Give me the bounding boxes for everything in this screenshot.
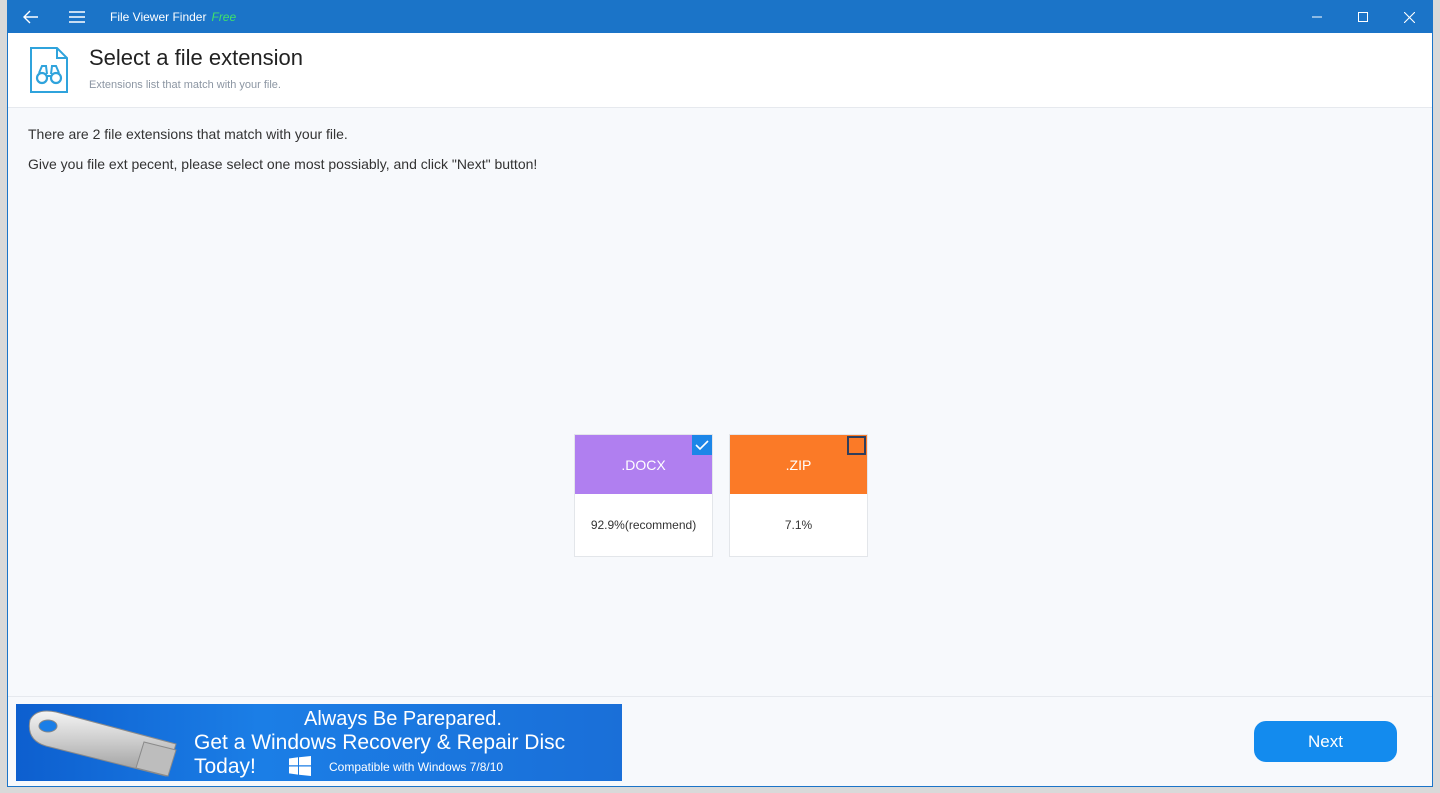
- extension-label: .DOCX: [621, 456, 666, 473]
- next-button[interactable]: Next: [1254, 721, 1397, 762]
- binoculars-file-icon: [30, 47, 68, 93]
- page-subtitle: Extensions list that match with your fil…: [89, 79, 281, 91]
- minimize-icon: [1312, 16, 1322, 18]
- back-button[interactable]: [8, 1, 54, 33]
- title-bar: File Viewer Finder Free: [8, 1, 1432, 33]
- recovery-disc-banner[interactable]: Always Be Parepared. Get a Windows Recov…: [16, 704, 622, 781]
- hamburger-icon: [69, 11, 85, 23]
- app-window: File Viewer Finder Free Select a file ex…: [7, 0, 1433, 787]
- free-badge: Free: [211, 10, 237, 24]
- close-button[interactable]: [1386, 1, 1432, 33]
- close-icon: [1403, 11, 1415, 23]
- extension-percent: 7.1%: [784, 518, 813, 532]
- instruction-text: Give you file ext pecent, please select …: [28, 156, 538, 172]
- back-arrow-icon: [23, 10, 38, 24]
- page-header: Select a file extension Extensions list …: [8, 33, 1432, 108]
- extension-percent: 92.9%(recommend): [590, 518, 697, 532]
- minimize-button[interactable]: [1294, 1, 1340, 33]
- banner-compatibility: Compatible with Windows 7/8/10: [329, 760, 504, 774]
- extension-checkbox-checked[interactable]: [692, 435, 712, 455]
- banner-headline: Always Be Parepared.: [304, 708, 502, 730]
- extension-card-header: .DOCX: [575, 435, 712, 494]
- maximize-icon: [1358, 12, 1368, 22]
- usb-drive-icon: [28, 710, 177, 777]
- extension-card-docx[interactable]: .DOCX 92.9%(recommend): [574, 434, 713, 557]
- maximize-button[interactable]: [1340, 1, 1386, 33]
- extension-card-header: .ZIP: [730, 435, 867, 494]
- title-bar-left: File Viewer Finder Free: [8, 1, 236, 33]
- extension-checkbox-unchecked[interactable]: [847, 436, 866, 455]
- checkmark-icon: [695, 439, 709, 450]
- extension-label: .ZIP: [785, 456, 812, 473]
- windows-logo-icon: [289, 756, 311, 776]
- page-title: Select a file extension: [89, 45, 304, 70]
- match-count-text: There are 2 file extensions that match w…: [28, 126, 348, 142]
- extension-card-zip[interactable]: .ZIP 7.1%: [729, 434, 868, 557]
- footer-divider: [8, 696, 1432, 697]
- menu-button[interactable]: [54, 1, 100, 33]
- window-controls: [1294, 1, 1432, 33]
- app-title: File Viewer Finder: [110, 10, 207, 24]
